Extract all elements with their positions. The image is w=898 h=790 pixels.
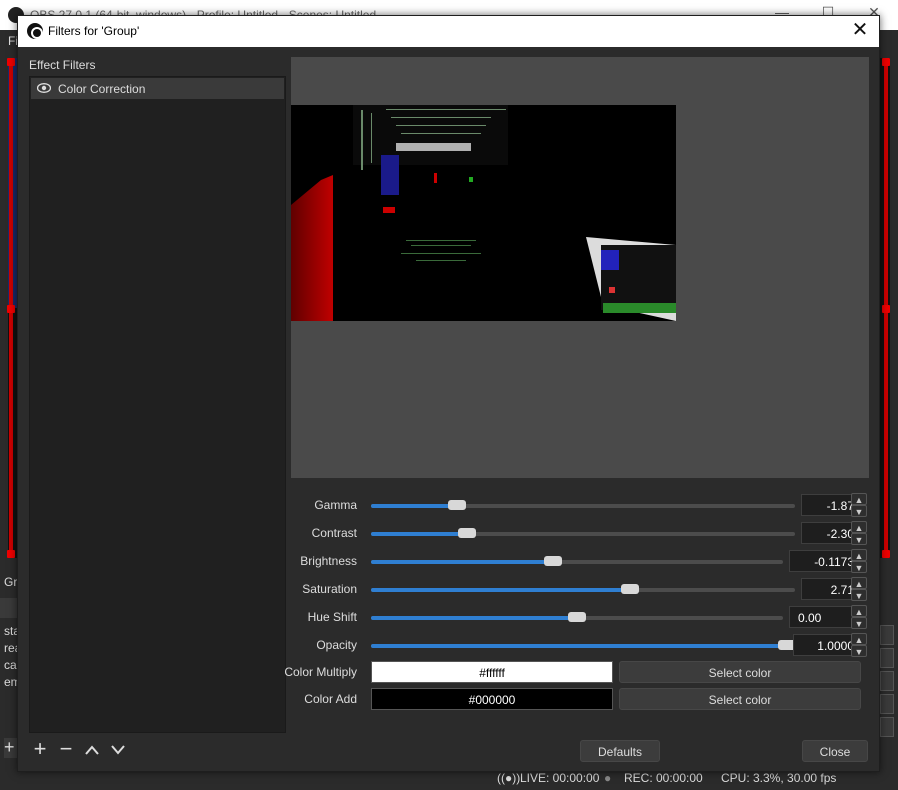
stepper-down-icon[interactable]: ▼ [851,617,867,629]
select-color-multiply-button[interactable]: Select color [619,661,861,683]
slider-fill [371,588,631,592]
stepper-up-icon[interactable]: ▲ [851,493,867,505]
contrast-label: Contrast [311,526,357,540]
contrast-row: Contrast -2.30 ▲ ▼ [291,521,871,545]
color-multiply-label: Color Multiply [284,665,357,679]
opacity-label: Opacity [316,638,357,652]
move-up-icon[interactable] [82,740,102,760]
dock-side-button[interactable] [880,671,894,691]
selection-handle[interactable] [882,305,890,313]
selection-handle[interactable] [882,550,890,558]
slider-fill [371,644,787,648]
stepper-up-icon[interactable]: ▲ [851,633,867,645]
eye-icon[interactable] [37,83,51,93]
brightness-stepper[interactable]: ▲ ▼ [851,549,867,573]
dialog-title: Filters for 'Group' [48,24,140,38]
rec-icon: ● [604,771,612,785]
dock-side-button[interactable] [880,648,894,668]
selection-handle[interactable] [7,305,15,313]
gamma-row: Gamma -1.87 ▲ ▼ [291,493,871,517]
opacity-stepper[interactable]: ▲ ▼ [851,633,867,657]
color-add-row: Color Add #000000 Select color [291,687,871,711]
saturation-label: Saturation [302,582,357,596]
slider-fill [371,560,553,564]
stepper-down-icon[interactable]: ▼ [851,645,867,657]
stepper-down-icon[interactable]: ▼ [851,505,867,517]
brightness-row: Brightness -0.1173 ▲ ▼ [291,549,871,573]
stepper-up-icon[interactable]: ▲ [851,521,867,533]
hue-shift-row: Hue Shift 0.00 ▲ ▼ [291,605,871,629]
move-down-icon[interactable] [108,740,128,760]
effect-filters-label: Effect Filters [29,58,96,72]
saturation-stepper[interactable]: ▲ ▼ [851,577,867,601]
hue-shift-label: Hue Shift [307,610,357,624]
slider-handle[interactable] [448,500,467,510]
saturation-row: Saturation 2.71 ▲ ▼ [291,577,871,601]
selection-handle[interactable] [7,550,15,558]
close-button[interactable]: Close [802,740,868,762]
live-icon: ((●)) [497,771,521,785]
contrast-slider[interactable] [371,528,795,538]
stepper-down-icon[interactable]: ▼ [851,533,867,545]
dialog-titlebar: Filters for 'Group' ✕ [18,16,879,47]
stepper-up-icon[interactable]: ▲ [851,549,867,561]
slider-fill [371,532,467,536]
slider-fill [371,504,458,508]
live-status: LIVE: 00:00:00 [520,771,600,785]
opacity-slider[interactable] [371,640,796,650]
stepper-up-icon[interactable]: ▲ [851,577,867,589]
gamma-label: Gamma [314,498,357,512]
close-icon[interactable]: ✕ [849,20,871,42]
saturation-slider[interactable] [371,584,795,594]
slider-fill [371,616,577,620]
color-add-swatch: #000000 [371,688,613,710]
gamma-slider[interactable] [371,500,795,510]
obs-logo-icon [27,23,43,39]
dock-side-button[interactable] [880,694,894,714]
dock-header [0,598,18,618]
filter-preview [291,57,869,478]
rec-status: REC: 00:00:00 [624,771,703,785]
add-scene-icon[interactable]: + [4,738,18,758]
selection-handle[interactable] [882,58,890,66]
slider-handle[interactable] [621,584,640,594]
scenes-label: Gr [4,575,18,589]
filter-name: Color Correction [58,82,146,96]
stepper-up-icon[interactable]: ▲ [851,605,867,617]
hue-shift-stepper[interactable]: ▲ ▼ [851,605,867,629]
add-filter-icon[interactable]: + [30,738,50,760]
slider-handle[interactable] [568,612,586,622]
color-add-label: Color Add [304,692,357,706]
selection-handle[interactable] [7,58,15,66]
brightness-label: Brightness [300,554,357,568]
filter-list[interactable]: Color Correction [29,76,286,733]
color-multiply-swatch: #ffffff [371,661,613,683]
stepper-down-icon[interactable]: ▼ [851,589,867,601]
preview-image [291,105,676,321]
filters-dialog: Filters for 'Group' ✕ Effect Filters Col… [17,15,880,772]
remove-filter-icon[interactable]: − [56,738,76,760]
dock-side-button[interactable] [880,625,894,645]
select-color-add-button[interactable]: Select color [619,688,861,710]
gamma-stepper[interactable]: ▲ ▼ [851,493,867,517]
dock-side-button[interactable] [880,717,894,737]
color-multiply-row: Color Multiply #ffffff Select color [284,660,871,684]
slider-handle[interactable] [543,556,562,566]
log-line: ca [4,658,17,672]
defaults-button[interactable]: Defaults [580,740,660,762]
hue-shift-slider[interactable] [371,612,783,622]
cpu-status: CPU: 3.3%, 30.00 fps [721,771,837,785]
brightness-slider[interactable] [371,556,783,566]
stepper-down-icon[interactable]: ▼ [851,561,867,573]
list-item[interactable]: Color Correction [31,78,284,99]
opacity-row: Opacity 1.0000 ▲ ▼ [291,633,871,657]
contrast-stepper[interactable]: ▲ ▼ [851,521,867,545]
slider-handle[interactable] [457,528,476,538]
